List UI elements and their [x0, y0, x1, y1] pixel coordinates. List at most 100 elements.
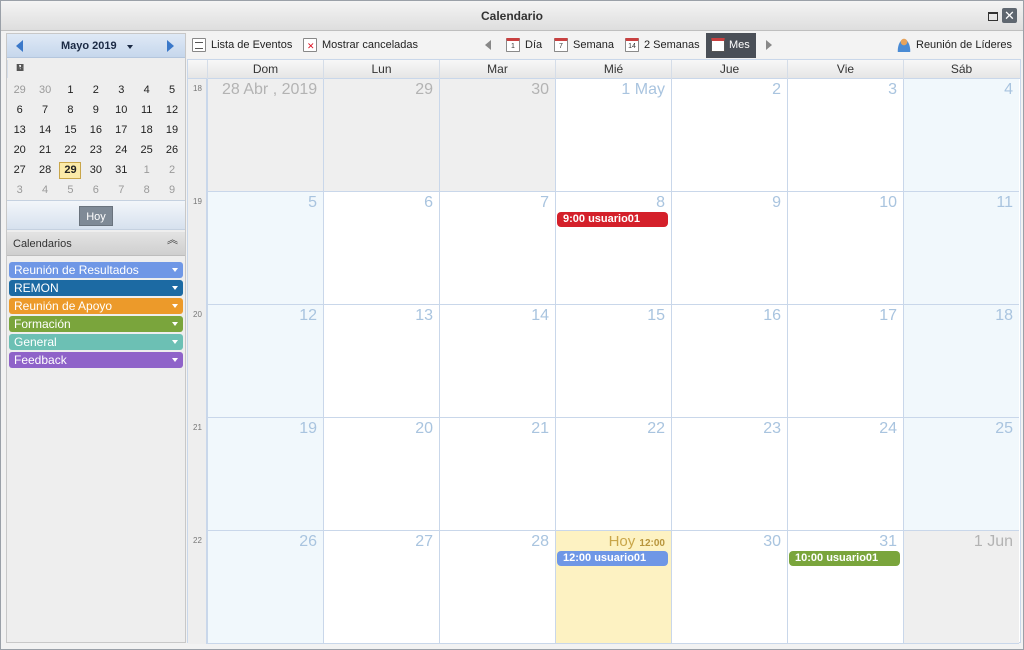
day-cell[interactable]: 20 — [323, 418, 439, 531]
mini-day[interactable]: 11 — [134, 100, 159, 120]
today-button[interactable]: Hoy — [79, 206, 113, 226]
mini-day[interactable]: 18 — [134, 120, 159, 140]
mini-day[interactable]: 5 — [159, 80, 184, 100]
mini-day[interactable]: 12 — [159, 100, 184, 120]
day-cell[interactable]: 7 — [439, 192, 555, 305]
day-cell[interactable]: 12 — [207, 305, 323, 418]
chevron-down-icon[interactable] — [172, 340, 178, 344]
mini-day[interactable]: 21 — [32, 140, 57, 160]
mini-day[interactable]: 9 — [159, 180, 184, 200]
next-month-arrow-icon[interactable] — [167, 40, 174, 52]
day-number[interactable]: 25 — [995, 420, 1013, 438]
day-number[interactable]: 13 — [415, 307, 433, 325]
mini-day[interactable]: 13 — [7, 120, 32, 140]
day-cell[interactable]: 17 — [787, 305, 903, 418]
day-number[interactable]: 11 — [996, 194, 1013, 212]
day-number[interactable]: 15 — [647, 307, 665, 325]
mini-day[interactable]: 8 — [134, 180, 159, 200]
mini-day[interactable]: 5 — [58, 180, 83, 200]
day-cell[interactable]: 30 — [439, 79, 555, 192]
mini-day[interactable]: 1 — [134, 160, 159, 180]
day-cell[interactable]: 24 — [787, 418, 903, 531]
mini-day[interactable]: 31 — [109, 160, 134, 180]
mini-day[interactable]: 24 — [109, 140, 134, 160]
mini-day[interactable]: 2 — [159, 160, 184, 180]
day-number[interactable]: 3 — [888, 81, 897, 99]
day-number[interactable]: 29 — [415, 81, 433, 99]
day-cell[interactable]: 23 — [671, 418, 787, 531]
mini-day[interactable]: 30 — [83, 160, 108, 180]
day-number[interactable]: 23 — [763, 420, 781, 438]
day-cell[interactable]: 4 — [903, 79, 1019, 192]
day-number[interactable]: 24 — [879, 420, 897, 438]
day-cell-today[interactable]: Hoy 12:00 — [555, 531, 671, 644]
day-number[interactable]: 18 — [995, 307, 1013, 325]
month-view-button[interactable]: Mes — [706, 33, 756, 58]
day-cell[interactable]: 16 — [671, 305, 787, 418]
day-cell[interactable]: 5 — [207, 192, 323, 305]
calendar-item[interactable]: Feedback — [9, 352, 183, 368]
mini-day[interactable]: 2 — [83, 80, 108, 100]
day-number[interactable]: 30 — [531, 81, 549, 99]
chevron-down-icon[interactable] — [172, 286, 178, 290]
day-cell[interactable]: 15 — [555, 305, 671, 418]
day-number[interactable]: 21 — [531, 420, 549, 438]
collapse-icon[interactable]: ︽ — [167, 235, 178, 246]
day-number[interactable]: 10 — [879, 194, 897, 212]
day-cell[interactable]: 19 — [207, 418, 323, 531]
day-cell[interactable]: 29 — [323, 79, 439, 192]
day-number[interactable]: 6 — [424, 194, 433, 212]
day-cell[interactable]: 6 — [323, 192, 439, 305]
day-cell[interactable]: 1 Jun — [903, 531, 1019, 644]
mini-day[interactable]: 9 — [83, 100, 108, 120]
day-cell[interactable]: 18 — [903, 305, 1019, 418]
mini-day[interactable]: 4 — [32, 180, 57, 200]
mini-day[interactable]: 3 — [109, 80, 134, 100]
prev-period-arrow-icon[interactable] — [485, 40, 491, 50]
mini-day[interactable]: 15 — [58, 120, 83, 140]
day-cell[interactable]: 1 May — [555, 79, 671, 192]
calendar-item[interactable]: Reunión de Apoyo — [9, 298, 183, 314]
mini-day[interactable]: 26 — [159, 140, 184, 160]
day-number[interactable]: 30 — [763, 533, 781, 551]
mini-day[interactable]: 14 — [32, 120, 57, 140]
day-cell[interactable]: 9 — [671, 192, 787, 305]
chevron-down-icon[interactable] — [172, 268, 178, 272]
day-cell[interactable]: 13 — [323, 305, 439, 418]
mini-day[interactable]: 19 — [159, 120, 184, 140]
event-item[interactable]: 10:00 usuario01 — [789, 551, 900, 566]
week-number[interactable]: 21 — [188, 423, 207, 432]
day-cell[interactable]: 27 — [323, 531, 439, 644]
day-cell[interactable]: 28 Abr , 2019 — [207, 79, 323, 192]
calendar-item[interactable]: General — [9, 334, 183, 350]
mini-day-today[interactable]: 29 — [58, 160, 83, 180]
day-number[interactable]: 26 — [299, 533, 317, 551]
day-cell[interactable]: 2 — [671, 79, 787, 192]
mini-day[interactable]: 30 — [32, 80, 57, 100]
calendar-item[interactable]: REMON — [9, 280, 183, 296]
mini-day[interactable]: 7 — [32, 100, 57, 120]
maximize-icon[interactable] — [985, 8, 1000, 23]
day-cell[interactable]: 11 — [903, 192, 1019, 305]
mini-day[interactable]: 17 — [109, 120, 134, 140]
day-number[interactable]: 19 — [299, 420, 317, 438]
day-number[interactable]: 27 — [415, 533, 433, 551]
week-number[interactable]: 20 — [188, 310, 207, 319]
day-number[interactable]: 22 — [647, 420, 665, 438]
month-dropdown-chevron-icon[interactable] — [127, 45, 133, 49]
day-cell[interactable]: 25 — [903, 418, 1019, 531]
calendar-item[interactable]: Reunión de Resultados — [9, 262, 183, 278]
day-cell[interactable]: 14 — [439, 305, 555, 418]
day-cell[interactable]: 30 — [671, 531, 787, 644]
day-number[interactable]: 28 Abr , 2019 — [222, 81, 317, 99]
day-number[interactable]: 9 — [772, 194, 781, 212]
day-number[interactable]: 1 Jun — [974, 533, 1013, 551]
day-cell[interactable]: 28 — [439, 531, 555, 644]
mini-day[interactable]: 29 — [7, 80, 32, 100]
day-cell[interactable]: 10 — [787, 192, 903, 305]
day-number[interactable]: 12 — [299, 307, 317, 325]
mini-day[interactable]: 8 — [58, 100, 83, 120]
mini-day[interactable]: 16 — [83, 120, 108, 140]
day-cell[interactable]: 3 — [787, 79, 903, 192]
mini-day[interactable]: 28 — [32, 160, 57, 180]
